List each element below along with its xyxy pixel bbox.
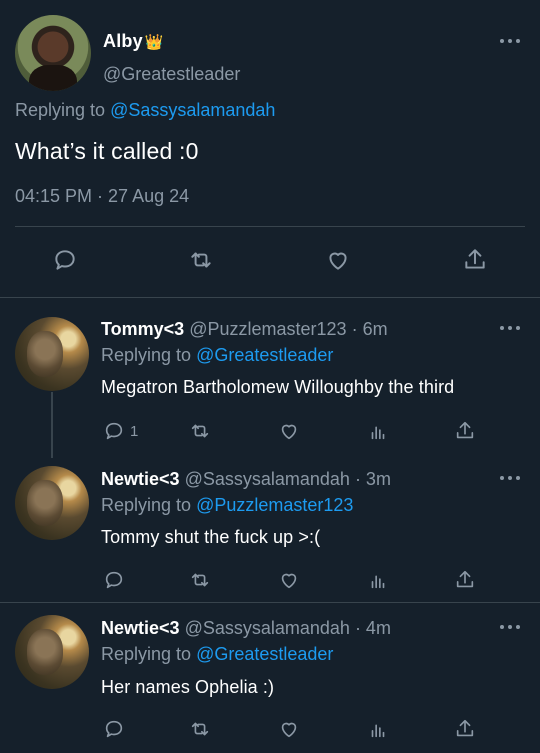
display-name[interactable]: Tommy<3 [101,319,184,339]
more-options-icon[interactable] [500,325,520,331]
like-icon[interactable] [324,246,352,274]
retweet-icon[interactable] [187,246,215,274]
reply-header: Newtie<3 @Sassysalamandah · 4m [101,618,391,639]
tweet-text: Her names Ophelia :) [101,677,275,697]
retweet-icon[interactable] [186,566,214,594]
display-name-text: Alby [103,31,143,51]
avatar[interactable] [15,615,89,689]
share-icon[interactable] [451,417,479,445]
tweet-text: Megatron Bartholomew Willoughby the thir… [101,377,455,397]
like-icon[interactable] [275,566,303,594]
replying-to-prefix: Replying to [15,100,106,120]
display-name[interactable]: Newtie<3 [101,469,180,489]
analytics-icon[interactable] [364,566,392,594]
user-handle[interactable]: @Sassysalamandah [185,469,350,489]
reply-icon[interactable] [51,246,79,274]
replying-to: Replying to @Greatestleader [101,345,333,366]
reply-tweet: Newtie<3 @Sassysalamandah · 4m Replying … [0,603,540,753]
display-name[interactable]: Newtie<3 [101,618,180,638]
display-name[interactable]: Alby 👑 [103,31,164,52]
avatar[interactable] [15,317,89,391]
tweet-text: What’s it called :0 [15,138,199,164]
replying-to-link[interactable]: @Greatestleader [196,345,333,365]
reply-tweet: Newtie<3 @Sassysalamandah · 3m Replying … [0,454,540,602]
reply-icon[interactable] [100,417,128,445]
replying-to-prefix: Replying to [101,345,192,365]
share-icon[interactable] [451,566,479,594]
thread-line [51,392,53,458]
reply-time: · 6m [351,319,388,339]
analytics-icon[interactable] [364,417,392,445]
reply-count: 1 [130,423,139,440]
tweet-timestamp[interactable]: 04:15 PM · 27 Aug 24 [15,186,189,207]
replying-to-link[interactable]: @Puzzlemaster123 [196,495,353,515]
replying-to: Replying to @Greatestleader [101,644,333,665]
replying-to: Replying to @Sassysalamandah [15,100,275,121]
more-options-icon[interactable] [500,624,520,630]
user-handle[interactable]: @Sassysalamandah [185,618,350,638]
analytics-icon[interactable] [364,715,392,743]
replying-to-prefix: Replying to [101,495,192,515]
like-icon[interactable] [275,417,303,445]
reply-icon[interactable] [100,715,128,743]
share-icon[interactable] [451,715,479,743]
more-options-icon[interactable] [500,475,520,481]
replying-to: Replying to @Puzzlemaster123 [101,495,353,516]
user-handle[interactable]: @Puzzlemaster123 [189,319,346,339]
replying-to-link[interactable]: @Greatestleader [196,644,333,664]
main-tweet: Alby 👑 @Greatestleader Replying to @Sassy… [0,0,540,297]
tweet-text: Tommy shut the fuck up >:( [101,527,321,547]
user-handle[interactable]: @Greatestleader [103,64,240,85]
reply-time: · 4m [354,618,391,638]
replying-to-prefix: Replying to [101,644,192,664]
avatar[interactable] [15,466,89,540]
reply-header: Tommy<3 @Puzzlemaster123 · 6m [101,319,388,340]
share-icon[interactable] [461,246,489,274]
retweet-icon[interactable] [186,715,214,743]
avatar[interactable] [15,15,91,91]
like-icon[interactable] [275,715,303,743]
divider [15,226,525,227]
retweet-icon[interactable] [186,417,214,445]
replying-to-link[interactable]: @Sassysalamandah [110,100,275,120]
reply-tweet: Tommy<3 @Puzzlemaster123 · 6m Replying t… [0,298,540,454]
reply-icon[interactable] [100,566,128,594]
crown-icon: 👑 [144,34,164,51]
more-options-icon[interactable] [500,38,520,44]
reply-header: Newtie<3 @Sassysalamandah · 3m [101,469,391,490]
reply-time: · 3m [354,469,391,489]
